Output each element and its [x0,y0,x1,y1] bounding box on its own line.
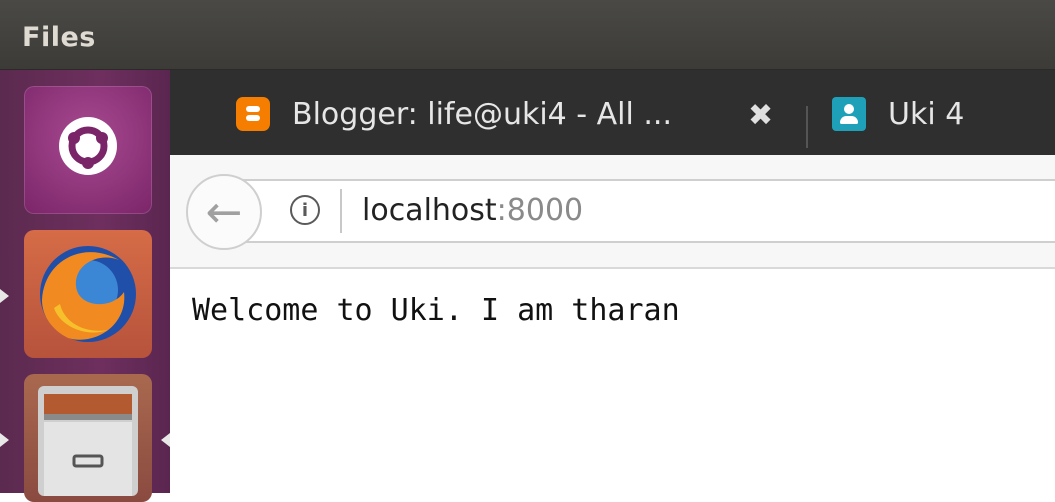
info-icon[interactable]: i [290,195,320,225]
active-indicator [161,433,170,447]
page-content: Welcome to Uki. I am tharan [170,269,1055,493]
launcher-item-firefox[interactable] [24,230,152,358]
running-indicator [0,433,9,447]
back-button[interactable]: ← [186,174,262,250]
back-arrow-icon: ← [205,186,243,238]
tab-title: Blogger: life@uki4 - All ... [292,96,672,132]
launcher-item-files[interactable] [24,374,152,502]
url-text[interactable]: localhost:8000 [362,193,583,228]
launcher [0,70,170,502]
page-body-text: Welcome to Uki. I am tharan [192,293,680,328]
browser-navbar: i localhost:8000 ← [170,155,1055,269]
ubuntu-logo-icon [59,117,117,175]
contact-favicon-icon [832,97,866,131]
tab-uki4[interactable]: Uki 4 [832,88,964,140]
url-bar[interactable]: i localhost:8000 [224,179,1055,243]
firefox-icon [40,246,136,342]
tab-blogger[interactable]: Blogger: life@uki4 - All ... [236,88,672,140]
tab-title: Uki 4 [888,96,965,132]
tab-divider [806,106,808,148]
url-host: localhost [362,193,497,228]
blogger-favicon-icon [236,97,270,131]
browser-tabbar: Blogger: life@uki4 - All ... ✖ Uki 4 [170,70,1055,155]
launcher-item-dash[interactable] [24,86,152,214]
url-port: :8000 [496,193,584,228]
file-cabinet-icon [38,386,138,496]
running-indicator [0,289,9,303]
top-panel: Files [0,0,1055,70]
panel-app-title: Files [22,22,96,53]
close-tab-icon[interactable]: ✖ [748,98,773,133]
url-divider [340,189,342,233]
